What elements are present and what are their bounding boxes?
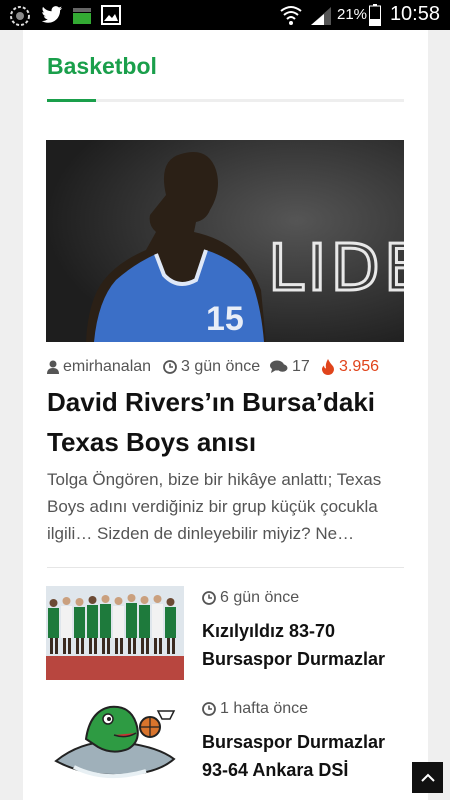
section-divider	[47, 99, 404, 102]
twitter-icon	[41, 5, 63, 30]
hero-logo-text: LIDER	[268, 232, 404, 306]
comments-icon	[270, 360, 288, 373]
clock-icon	[202, 591, 216, 605]
article-thumbnail[interactable]	[46, 697, 184, 791]
article-time-text: 1 hafta önce	[220, 700, 309, 717]
signal-icon	[310, 6, 332, 31]
article-time: 1 hafta önce	[202, 700, 308, 718]
featured-time: 3 gün önce	[163, 358, 260, 376]
article-title[interactable]: Bursaspor Durmazlar 93-64 Ankara DSİ	[202, 728, 402, 784]
sync-icon	[9, 5, 31, 32]
gallery-icon	[101, 5, 121, 30]
battery-icon	[369, 4, 381, 31]
content-card: Basketbol 15 LIDER emirhanalan	[23, 30, 428, 800]
chevron-up-icon	[420, 773, 435, 782]
author-name: emirhanalan	[63, 358, 152, 375]
view-count: 3.956	[339, 358, 380, 375]
featured-comments[interactable]: 17	[270, 358, 310, 376]
featured-views: 3.956	[321, 358, 379, 376]
scroll-to-top-button[interactable]	[412, 762, 443, 793]
data-saver-icon	[72, 5, 92, 30]
featured-author[interactable]: emirhanalan	[47, 358, 151, 376]
featured-excerpt: Tolga Öngören, bize bir hikâye anlattı; …	[47, 470, 382, 543]
time-ago: 3 gün önce	[181, 358, 261, 375]
user-icon	[47, 360, 59, 374]
clock: 10:58	[389, 3, 440, 25]
article-thumbnail[interactable]	[46, 586, 184, 680]
clock-icon	[163, 360, 177, 374]
fire-icon	[322, 359, 334, 375]
article-time-text: 6 gün önce	[220, 589, 300, 606]
clock-icon	[202, 702, 216, 716]
wifi-icon	[280, 4, 302, 31]
featured-image[interactable]: 15 LIDER	[46, 140, 404, 342]
featured-title[interactable]: David Rivers’ın Bursa’daki Texas Boys an…	[47, 382, 402, 462]
article-divider	[47, 567, 404, 568]
article-title[interactable]: Kızılyıldız 83-70 Bursaspor Durmazlar	[202, 617, 402, 673]
jersey-number: 15	[206, 300, 244, 338]
section-title: Basketbol	[47, 53, 157, 79]
comment-count: 17	[292, 358, 310, 375]
article-time: 6 gün önce	[202, 589, 299, 607]
battery-percent: 21%	[337, 6, 368, 23]
status-bar: 21% 10:58	[0, 0, 450, 30]
